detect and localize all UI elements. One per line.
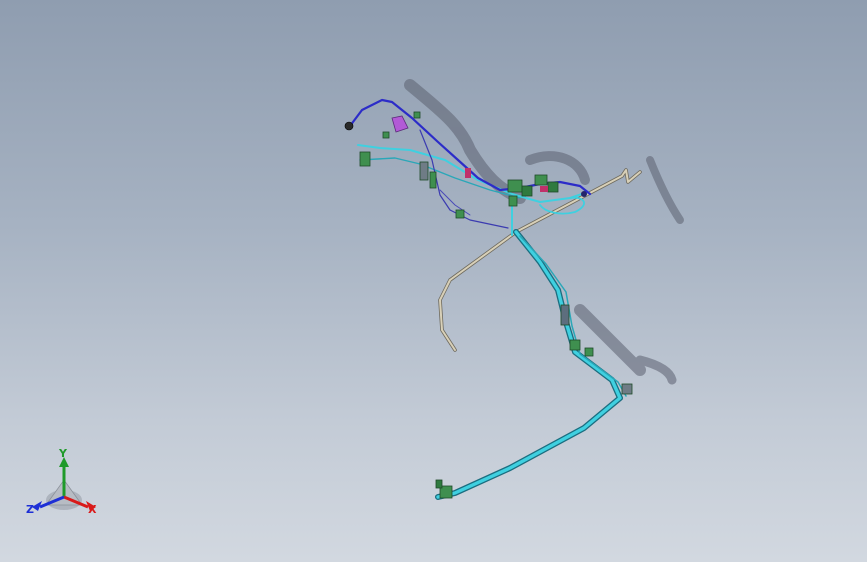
triad-x-label: X [88, 503, 97, 516]
triad-z-label: Z [26, 503, 34, 516]
coordinate-triad: Y Z X [24, 445, 104, 525]
model-shadow [404, 79, 684, 385]
blue-line[interactable] [348, 98, 592, 229]
triad-y-label: Y [59, 447, 67, 460]
pipe-assembly-model[interactable] [0, 0, 867, 562]
fittings[interactable] [359, 111, 633, 499]
graphics-viewport[interactable] [0, 0, 867, 562]
